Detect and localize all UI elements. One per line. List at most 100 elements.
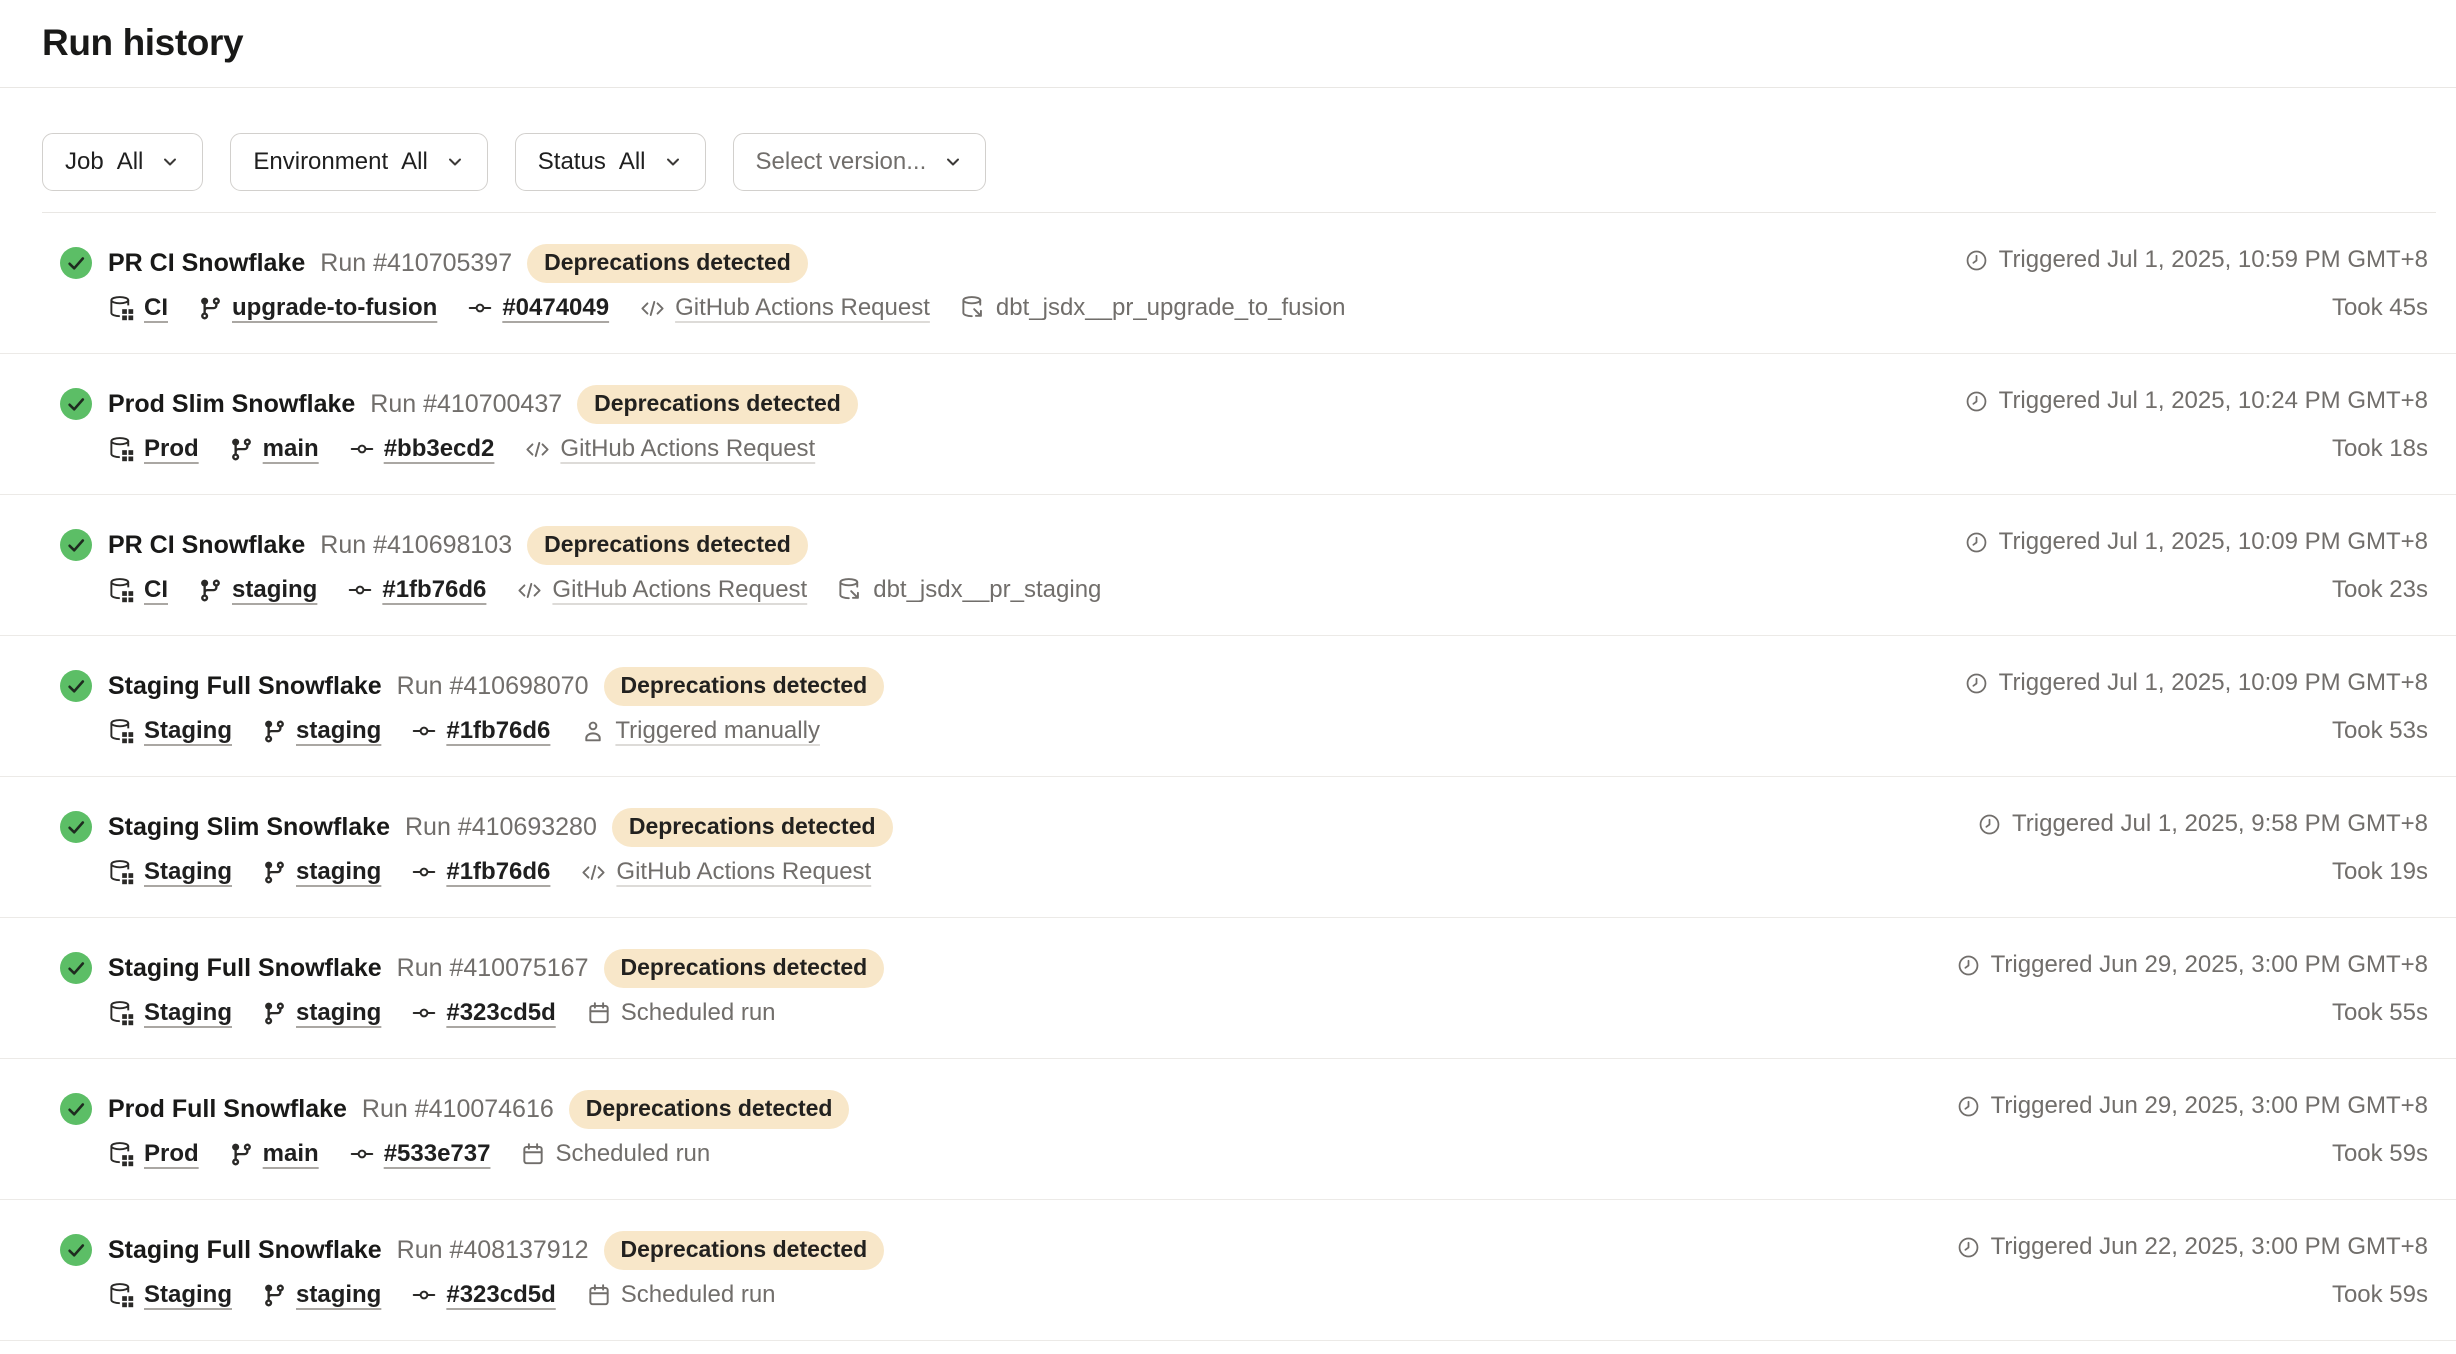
branch-chip[interactable]: staging (262, 1281, 381, 1309)
trigger-chip[interactable]: GitHub Actions Request (639, 294, 930, 322)
run-title-line: Staging Slim Snowflake Run #410693280 De… (108, 808, 1977, 846)
environment-filter-dropdown[interactable]: Environment All (230, 133, 487, 191)
deprecations-badge: Deprecations detected (612, 808, 893, 847)
environment-chip[interactable]: Staging (108, 999, 232, 1027)
commit-chip[interactable]: #1fb76d6 (347, 576, 486, 604)
triggered-line: Triggered Jun 22, 2025, 3:00 PM GMT+8 (1956, 1231, 2428, 1263)
commit-chip[interactable]: #323cd5d (411, 1281, 555, 1309)
status-filter-value: All (619, 148, 646, 176)
run-meta: Triggered Jul 1, 2025, 10:09 PM GMT+8 To… (1964, 667, 2428, 746)
commit-chip[interactable]: #bb3ecd2 (349, 435, 495, 463)
commit-icon (349, 1141, 375, 1167)
environment-chip[interactable]: Staging (108, 858, 232, 886)
branch-chip[interactable]: main (229, 435, 319, 463)
run-number: Run #410705397 (320, 249, 512, 278)
job-name-link[interactable]: Staging Slim Snowflake (108, 813, 390, 842)
job-name-link[interactable]: Staging Full Snowflake (108, 1236, 382, 1265)
environment-chip[interactable]: Prod (108, 1140, 199, 1168)
deprecations-badge: Deprecations detected (527, 244, 808, 283)
calendar-icon (520, 1141, 546, 1167)
triggered-timestamp: Triggered Jul 1, 2025, 9:58 PM GMT+8 (2012, 808, 2428, 840)
commit-sha: #1fb76d6 (382, 576, 486, 604)
branch-chip[interactable]: staging (198, 576, 317, 604)
commit-chip[interactable]: #0474049 (467, 294, 609, 322)
deprecations-badge: Deprecations detected (527, 526, 808, 565)
code-icon (580, 859, 607, 886)
git-branch-icon (262, 1283, 287, 1308)
run-main: Staging Full Snowflake Run #410075167 De… (108, 949, 1956, 1029)
code-icon (516, 577, 543, 604)
branch-name: staging (296, 717, 381, 745)
version-filter-placeholder: Select version... (756, 148, 927, 176)
trigger-chip[interactable]: GitHub Actions Request (524, 435, 815, 463)
clock-icon (1956, 953, 1981, 978)
job-name-link[interactable]: PR CI Snowflake (108, 531, 305, 560)
branch-chip[interactable]: staging (262, 858, 381, 886)
run-number: Run #410700437 (370, 390, 562, 419)
environment-chip[interactable]: Staging (108, 1281, 232, 1309)
job-name-link[interactable]: Staging Full Snowflake (108, 672, 382, 701)
triggered-timestamp: Triggered Jun 29, 2025, 3:00 PM GMT+8 (1991, 949, 2428, 981)
commit-icon (411, 1282, 437, 1308)
trigger-label: Scheduled run (555, 1140, 710, 1168)
run-row[interactable]: Staging Slim Snowflake Run #410693280 De… (0, 777, 2456, 918)
run-row[interactable]: Staging Full Snowflake Run #410698070 De… (0, 636, 2456, 777)
run-success-icon (60, 1234, 92, 1266)
run-number: Run #410693280 (405, 813, 597, 842)
git-branch-icon (198, 296, 223, 321)
branch-chip[interactable]: main (229, 1140, 319, 1168)
environment-chip[interactable]: Staging (108, 717, 232, 745)
run-row[interactable]: Prod Slim Snowflake Run #410700437 Depre… (0, 354, 2456, 495)
job-name-link[interactable]: Staging Full Snowflake (108, 954, 382, 983)
run-row[interactable]: PR CI Snowflake Run #410698103 Deprecati… (0, 495, 2456, 636)
trigger-chip[interactable]: GitHub Actions Request (516, 576, 807, 604)
commit-chip[interactable]: #1fb76d6 (411, 858, 550, 886)
environment-filter-value: All (401, 148, 428, 176)
job-name-link[interactable]: Prod Full Snowflake (108, 1095, 347, 1124)
run-row[interactable]: Staging Full Snowflake Run #408137912 De… (0, 1200, 2456, 1341)
environment-name: CI (144, 576, 168, 604)
run-detail-line: CI staging #1fb76d6 (108, 574, 1964, 606)
environment-chip[interactable]: Prod (108, 435, 199, 463)
triggered-line: Triggered Jul 1, 2025, 10:09 PM GMT+8 (1964, 667, 2428, 699)
git-branch-icon (262, 719, 287, 744)
status-filter-label: Status (538, 148, 606, 176)
trigger-chip[interactable]: GitHub Actions Request (580, 858, 871, 886)
run-row[interactable]: PR CI Snowflake Run #410705397 Deprecati… (0, 213, 2456, 354)
deprecations-badge: Deprecations detected (604, 949, 885, 988)
commit-sha: #0474049 (502, 294, 609, 322)
commit-icon (347, 577, 373, 603)
run-number: Run #410075167 (397, 954, 589, 983)
environment-name: CI (144, 294, 168, 322)
environment-icon (108, 1000, 135, 1027)
commit-chip[interactable]: #323cd5d (411, 999, 555, 1027)
run-success-icon (60, 952, 92, 984)
version-filter-dropdown[interactable]: Select version... (733, 133, 987, 191)
environment-chip[interactable]: CI (108, 294, 168, 322)
run-row[interactable]: Staging Full Snowflake Run #410075167 De… (0, 918, 2456, 1059)
environment-chip[interactable]: CI (108, 576, 168, 604)
job-name-link[interactable]: PR CI Snowflake (108, 249, 305, 278)
branch-chip[interactable]: staging (262, 999, 381, 1027)
job-filter-dropdown[interactable]: Job All (42, 133, 203, 191)
commit-icon (467, 295, 493, 321)
run-row[interactable]: Prod Full Snowflake Run #410074616 Depre… (0, 1059, 2456, 1200)
commit-chip[interactable]: #1fb76d6 (411, 717, 550, 745)
triggered-line: Triggered Jul 1, 2025, 10:24 PM GMT+8 (1964, 385, 2428, 417)
trigger-chip[interactable]: Triggered manually (580, 717, 820, 745)
run-detail-line: CI upgrade-to-fusion #0474049 (108, 292, 1964, 324)
run-meta: Triggered Jun 29, 2025, 3:00 PM GMT+8 To… (1956, 949, 2428, 1028)
run-title-line: Prod Slim Snowflake Run #410700437 Depre… (108, 385, 1964, 423)
branch-chip[interactable]: upgrade-to-fusion (198, 294, 437, 322)
status-filter-dropdown[interactable]: Status All (515, 133, 706, 191)
environment-icon (108, 859, 135, 886)
job-name-link[interactable]: Prod Slim Snowflake (108, 390, 355, 419)
run-main: PR CI Snowflake Run #410705397 Deprecati… (108, 244, 1964, 324)
commit-chip[interactable]: #533e737 (349, 1140, 491, 1168)
environment-name: Staging (144, 1281, 232, 1309)
job-filter-label: Job (65, 148, 104, 176)
branch-chip[interactable]: staging (262, 717, 381, 745)
branch-name: staging (296, 999, 381, 1027)
commit-icon (411, 859, 437, 885)
commit-sha: #323cd5d (446, 1281, 555, 1309)
